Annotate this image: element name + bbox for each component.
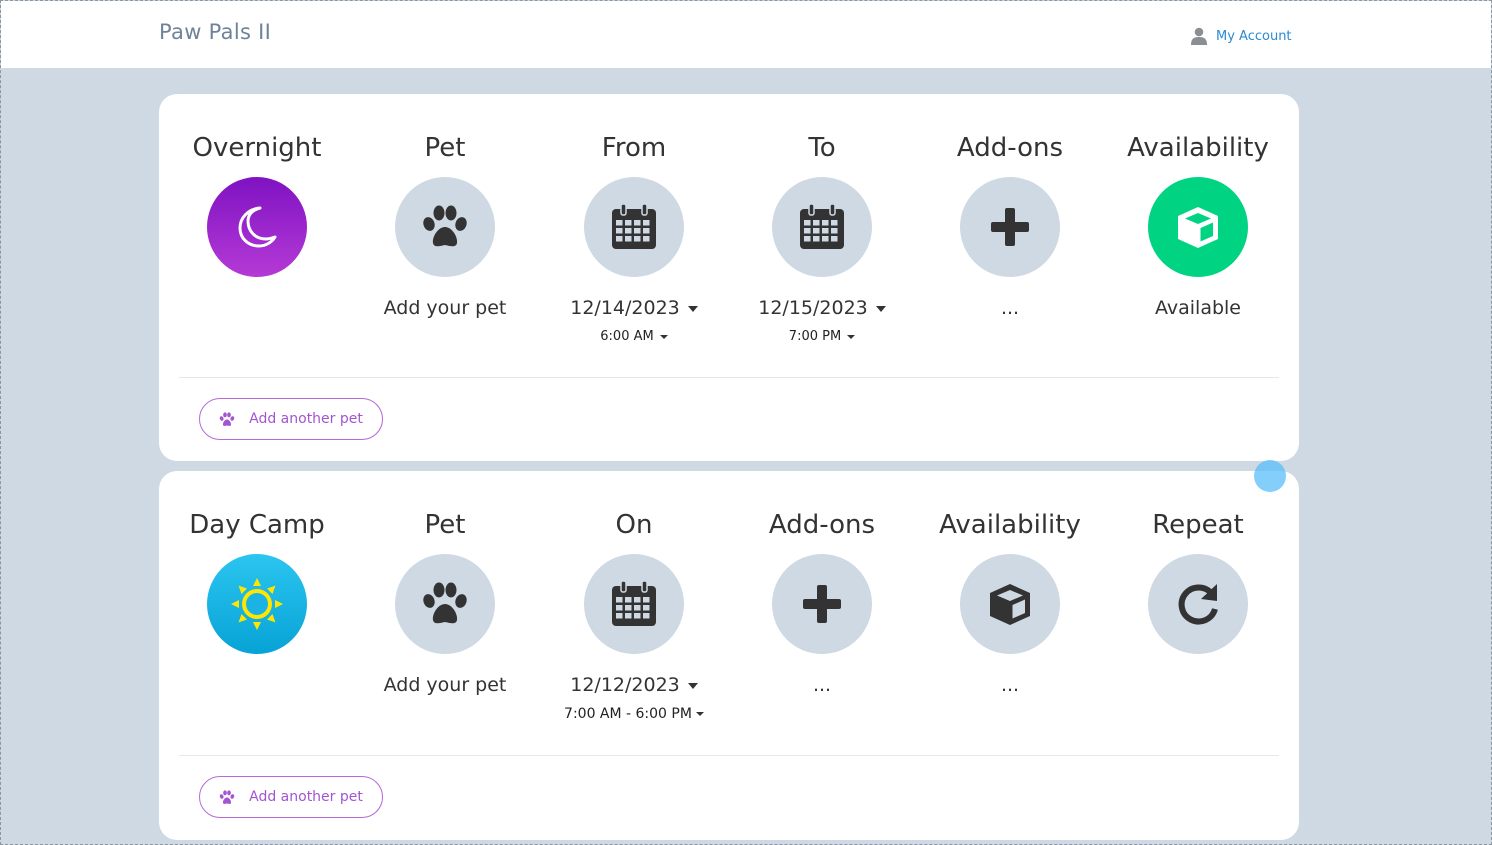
overnight-booking-card: Overnight Pet Add your pet From 12/14/20… <box>159 94 1299 461</box>
service-column: Overnight <box>163 132 351 277</box>
availability-value: ... <box>1000 674 1020 696</box>
availability-column: Availability ... <box>916 509 1104 697</box>
chevron-down-icon <box>847 334 856 339</box>
on-date-button[interactable] <box>584 554 684 654</box>
sun-icon <box>231 578 283 630</box>
on-column: On 12/12/2023 7:00 AM - 6:00 PM <box>540 509 728 723</box>
paw-icon <box>219 789 235 804</box>
my-account-link[interactable]: My Account <box>1190 27 1292 45</box>
from-time-value: 6:00 AM <box>600 329 654 344</box>
add-another-pet-button[interactable]: Add another pet <box>199 776 383 818</box>
add-another-pet-button[interactable]: Add another pet <box>199 398 383 440</box>
on-date-value: 12/12/2023 <box>570 674 680 696</box>
daycamp-service-button[interactable] <box>207 554 307 654</box>
chevron-down-icon <box>875 305 886 312</box>
availability-title: Availability <box>939 510 1081 540</box>
repeat-button[interactable] <box>1148 554 1248 654</box>
pet-column: Pet Add your pet <box>351 509 539 697</box>
user-icon <box>1191 27 1207 45</box>
cursor-indicator <box>1254 460 1286 492</box>
addons-column: Add-ons ... <box>728 509 916 697</box>
service-title: Overnight <box>192 133 322 163</box>
chevron-down-icon <box>695 712 704 716</box>
pet-value[interactable]: Add your pet <box>351 673 539 697</box>
addons-column: Add-ons ... <box>916 132 1104 320</box>
service-column: Day Camp <box>163 509 351 654</box>
calendar-icon <box>612 580 656 626</box>
from-date-dropdown[interactable]: 12/14/2023 <box>540 296 728 320</box>
on-time-dropdown[interactable]: 7:00 AM - 6:00 PM <box>540 705 728 723</box>
plus-icon <box>803 585 841 623</box>
addons-button[interactable] <box>960 177 1060 277</box>
availability-value: Available <box>1154 297 1241 319</box>
add-another-pet-label: Add another pet <box>249 789 363 805</box>
pet-select-button[interactable] <box>395 554 495 654</box>
pet-column: Pet Add your pet <box>351 132 539 320</box>
repeat-column: Repeat <box>1104 509 1292 654</box>
from-time-dropdown[interactable]: 6:00 AM <box>540 328 728 346</box>
on-date-dropdown[interactable]: 12/12/2023 <box>540 673 728 697</box>
plus-icon <box>991 208 1029 246</box>
daycamp-booking-card: Day Camp Pet Add your pet On 12/12/2023 … <box>159 471 1299 840</box>
availability-button[interactable] <box>1148 177 1248 277</box>
repeat-title: Repeat <box>1152 510 1244 540</box>
paw-icon <box>219 411 235 426</box>
divider <box>179 755 1279 756</box>
calendar-icon <box>800 203 844 249</box>
addons-button[interactable] <box>772 554 872 654</box>
from-title: From <box>601 133 667 163</box>
addons-title: Add-ons <box>768 510 876 540</box>
addons-title: Add-ons <box>956 133 1064 163</box>
cube-icon <box>1178 207 1218 248</box>
from-column: From 12/14/2023 6:00 AM <box>540 132 728 346</box>
my-account-label: My Account <box>1216 28 1292 44</box>
chevron-down-icon <box>687 682 698 689</box>
to-time-dropdown[interactable]: 7:00 PM <box>728 328 916 346</box>
addons-value: ... <box>1000 297 1020 319</box>
to-title: To <box>808 133 836 163</box>
to-date-button[interactable] <box>772 177 872 277</box>
chevron-down-icon <box>659 334 668 339</box>
to-column: To 12/15/2023 7:00 PM <box>728 132 916 346</box>
from-date-button[interactable] <box>584 177 684 277</box>
moon-icon <box>238 206 277 248</box>
availability-column: Availability Available <box>1104 132 1292 320</box>
availability-button[interactable] <box>960 554 1060 654</box>
paw-icon <box>423 582 467 624</box>
top-bar: Paw Pals II My Account <box>1 1 1491 68</box>
divider <box>179 377 1279 378</box>
on-title: On <box>615 510 653 540</box>
chevron-down-icon <box>687 305 698 312</box>
pet-title: Pet <box>424 133 466 163</box>
cube-icon <box>990 584 1030 625</box>
pet-value[interactable]: Add your pet <box>351 296 539 320</box>
add-another-pet-label: Add another pet <box>249 411 363 427</box>
from-date-value: 12/14/2023 <box>570 297 680 319</box>
service-title: Day Camp <box>189 510 325 540</box>
to-time-value: 7:00 PM <box>788 329 842 344</box>
addons-value: ... <box>812 674 832 696</box>
on-time-value: 7:00 AM - 6:00 PM <box>564 706 692 722</box>
to-date-dropdown[interactable]: 12/15/2023 <box>728 296 916 320</box>
paw-icon <box>423 205 467 247</box>
pet-title: Pet <box>424 510 466 540</box>
pet-select-button[interactable] <box>395 177 495 277</box>
overnight-service-button[interactable] <box>207 177 307 277</box>
brand-title[interactable]: Paw Pals II <box>159 20 271 44</box>
availability-title: Availability <box>1127 133 1269 163</box>
calendar-icon <box>612 203 656 249</box>
to-date-value: 12/15/2023 <box>758 297 868 319</box>
redo-icon <box>1178 584 1218 625</box>
